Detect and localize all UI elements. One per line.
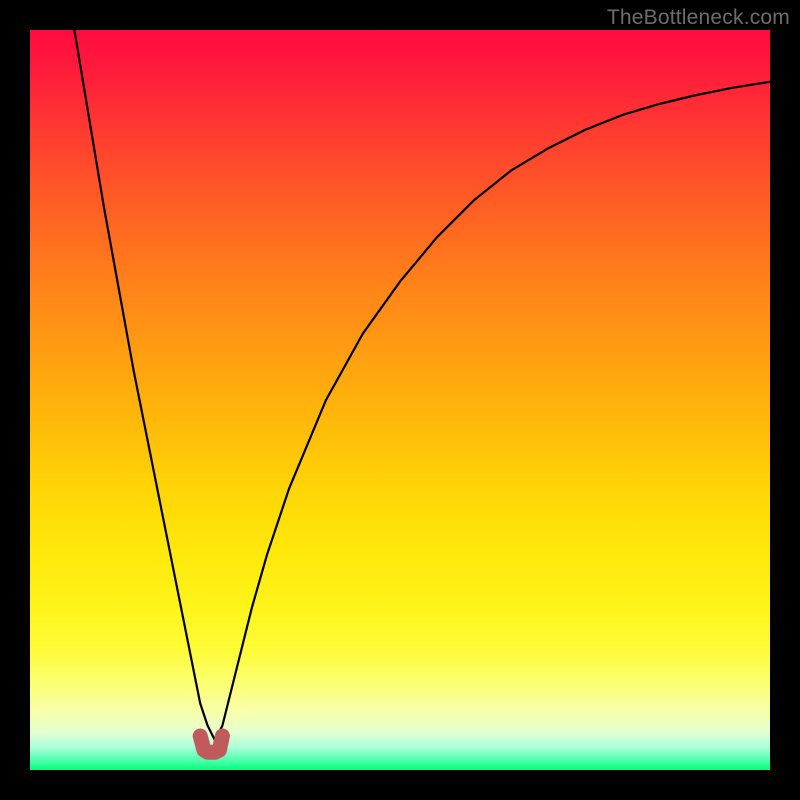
watermark-text: TheBottleneck.com — [607, 6, 790, 30]
chart-frame: TheBottleneck.com — [0, 0, 800, 800]
optimal-point-marker — [200, 736, 222, 752]
chart-svg — [30, 30, 770, 770]
bottleneck-curve — [74, 30, 770, 740]
plot-area — [30, 30, 770, 770]
